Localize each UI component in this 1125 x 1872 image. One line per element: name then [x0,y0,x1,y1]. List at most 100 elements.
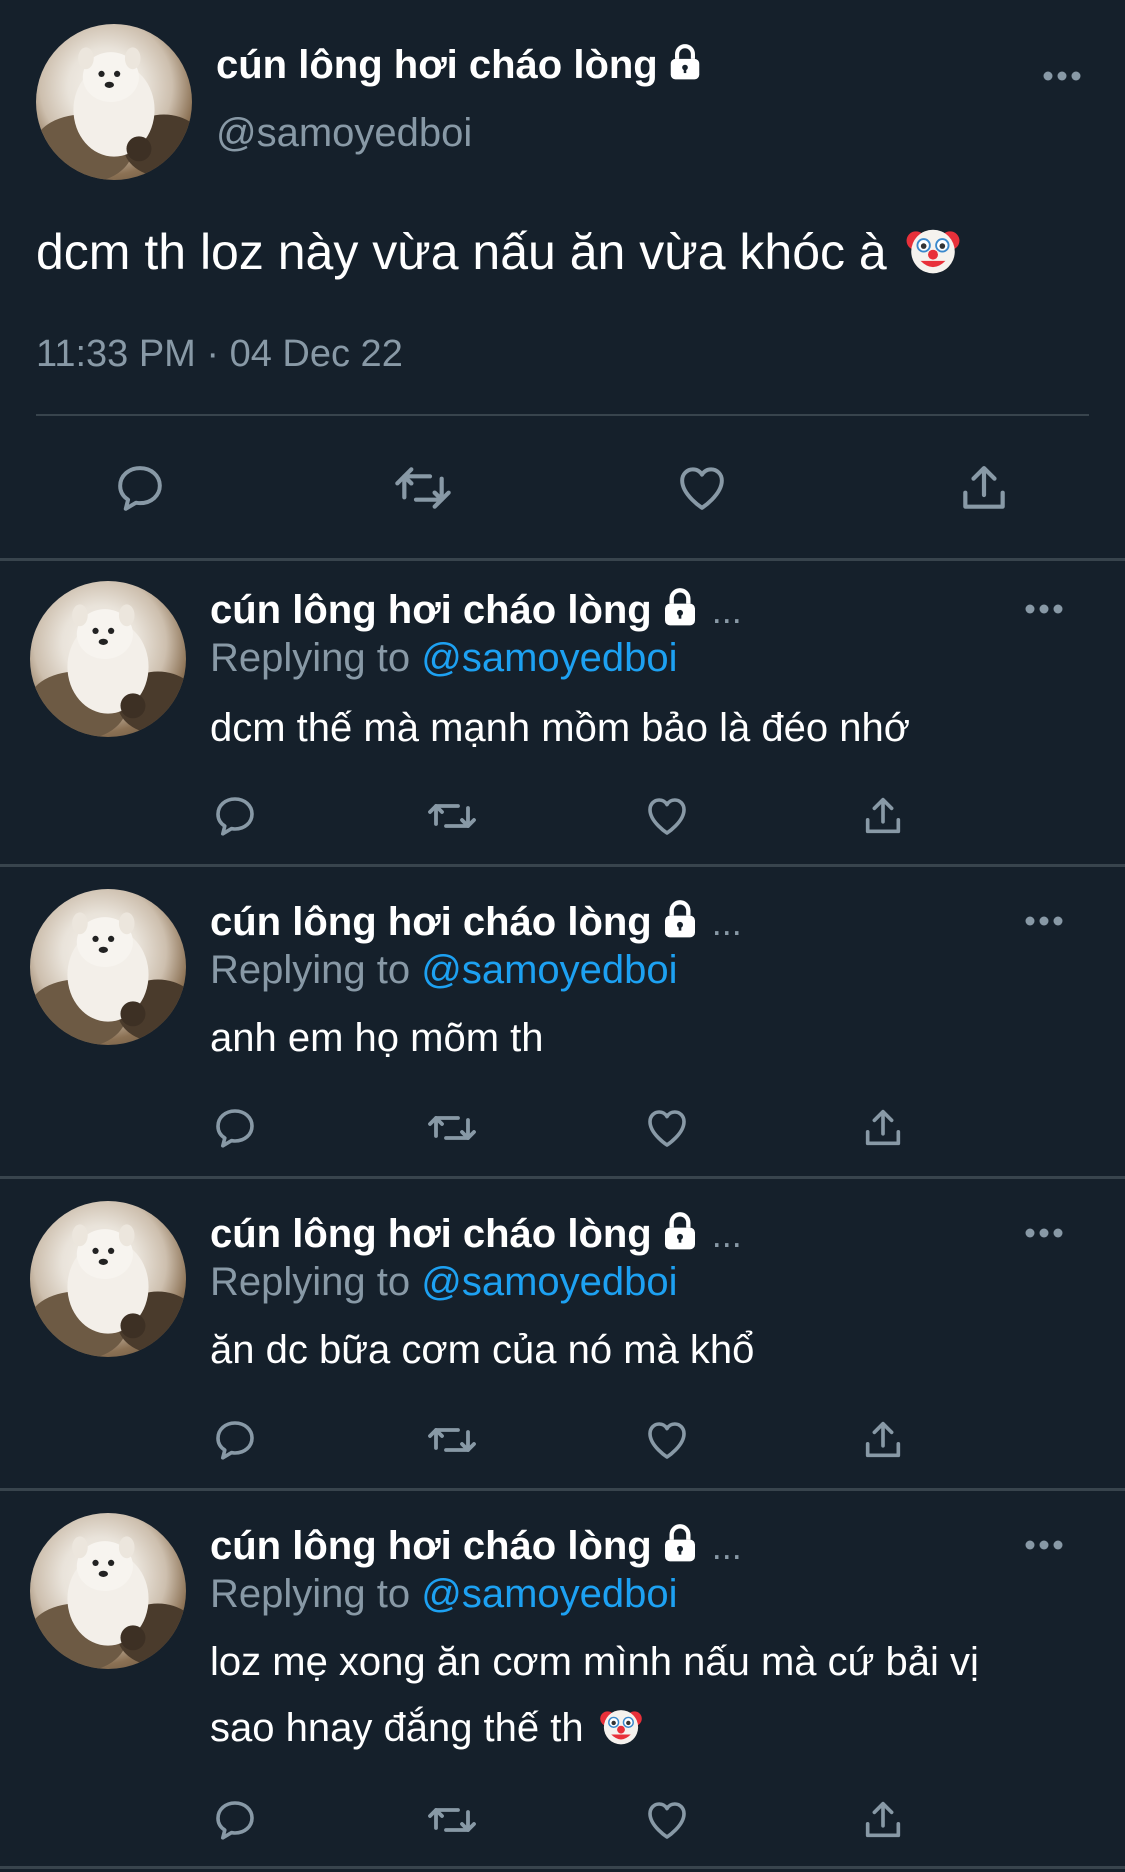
lock-icon [664,1524,695,1562]
reply-icon [216,1801,254,1840]
reply-tweet[interactable]: cún lông hơi cháo lòng ... Replying to @… [0,867,1125,1176]
tweet-separator [0,1866,1125,1869]
clown-face-emoji-icon [906,229,960,274]
replying-to-prefix: Replying to [210,948,411,992]
like-button[interactable] [642,1415,692,1465]
reply-text: anh em họ mõm th [210,1016,544,1060]
reply-button[interactable] [210,791,260,841]
replying-to: Replying to @samoyedboi [210,1257,678,1307]
display-name-text: cún lông hơi cháo lòng [210,588,652,632]
truncation-ellipsis: ... [711,590,742,631]
lock-icon [664,900,695,938]
retweet-button[interactable] [422,1415,482,1465]
display-name-text: cún lông hơi cháo lòng [216,43,658,87]
lock-icon [664,588,695,626]
replying-to: Replying to @samoyedboi [210,1569,678,1619]
reply-text: dcm thế mà mạnh mồm bảo là đéo nhớ [210,706,910,750]
display-name[interactable]: cún lông hơi cháo lòng ... [210,1209,742,1260]
retweet-button[interactable] [422,1795,482,1845]
reply-button[interactable] [210,1795,260,1845]
reply-tweet[interactable]: cún lông hơi cháo lòng ... Replying to @… [0,1179,1125,1488]
main-tweet: cún lông hơi cháo lòng @samoyedboi dcm t… [0,0,1125,560]
reply-icon [118,466,162,511]
avatar[interactable] [30,1513,186,1669]
avatar[interactable] [30,889,186,1045]
display-name[interactable]: cún lông hơi cháo lòng ... [210,897,742,948]
reply-text-line: loz mẹ xong ăn cơm mình nấu mà cứ bải vị [210,1640,979,1684]
samoyed-avatar-image [30,604,186,737]
tweet-thread: cún lông hơi cháo lòng @samoyedboi dcm t… [0,0,1125,1872]
display-name-text: cún lông hơi cháo lòng [210,900,652,944]
truncation-ellipsis: ... [711,1214,742,1255]
retweet-icon [428,1808,476,1832]
more-options-icon[interactable] [1024,1227,1064,1239]
replying-to: Replying to @samoyedboi [210,945,678,995]
truncation-ellipsis: ... [711,902,742,943]
reply-text-line: sao hnay đắng thế th [210,1695,1070,1761]
samoyed-avatar-image [36,47,192,180]
reply-icon [216,1421,254,1460]
retweet-icon [428,804,476,828]
share-button[interactable] [858,791,908,841]
share-icon [865,1421,901,1458]
divider [36,414,1089,416]
retweet-icon [395,467,451,509]
display-name-text: cún lông hơi cháo lòng [210,1212,652,1256]
mention-link[interactable]: @samoyedboi [421,636,677,680]
samoyed-avatar-image [30,1536,186,1669]
reply-button[interactable] [210,1415,260,1465]
avatar[interactable] [30,581,186,737]
lock-icon [664,1212,695,1250]
avatar[interactable] [30,1201,186,1357]
like-button[interactable] [670,458,734,518]
reply-icon [216,797,254,836]
truncation-ellipsis: ... [711,1526,742,1567]
heart-icon [648,1422,686,1459]
share-button[interactable] [858,1795,908,1845]
reply-tweet[interactable]: cún lông hơi cháo lòng ... Replying to @… [0,1491,1125,1872]
clown-face-emoji-icon [599,1710,642,1745]
more-options-icon[interactable] [1042,70,1082,82]
tweet-timestamp[interactable]: 11:33 PM · 04 Dec 22 [36,330,403,378]
reply-text: ăn dc bữa cơm của nó mà khổ [210,1328,755,1372]
avatar[interactable] [36,24,192,180]
display-name[interactable]: cún lông hơi cháo lòng ... [210,585,742,636]
retweet-button[interactable] [388,458,458,518]
like-button[interactable] [642,1103,692,1153]
display-name[interactable]: cún lông hơi cháo lòng [216,40,704,90]
more-options-icon[interactable] [1024,603,1064,615]
like-button[interactable] [642,791,692,841]
user-handle[interactable]: @samoyedboi [216,108,472,158]
replying-to-prefix: Replying to [210,1572,411,1616]
share-button[interactable] [858,1103,908,1153]
mention-link[interactable]: @samoyedboi [421,1260,677,1304]
lock-icon [670,44,699,80]
share-icon [865,797,901,834]
more-options-icon[interactable] [1024,1539,1064,1551]
replying-to-prefix: Replying to [210,1260,411,1304]
more-options-icon[interactable] [1024,915,1064,927]
reply-tweet[interactable]: cún lông hơi cháo lòng ... Replying to @… [0,561,1125,864]
mention-link[interactable]: @samoyedboi [421,1572,677,1616]
retweet-button[interactable] [422,791,482,841]
tweet-text-content: dcm th loz này vừa nấu ăn vừa khóc à [36,224,887,280]
reply-button[interactable] [210,1103,260,1153]
mention-link[interactable]: @samoyedboi [421,948,677,992]
tweet-text: dcm th loz này vừa nấu ăn vừa khóc à [36,220,961,284]
share-button[interactable] [858,1415,908,1465]
replying-to-prefix: Replying to [210,636,411,680]
replying-to: Replying to @samoyedboi [210,633,678,683]
reply-button[interactable] [108,458,172,518]
share-icon [865,1109,901,1146]
share-button[interactable] [952,458,1016,518]
retweet-button[interactable] [422,1103,482,1153]
reply-icon [216,1109,254,1148]
display-name-text: cún lông hơi cháo lòng [210,1524,652,1568]
reply-text-line-content: sao hnay đắng thế th [210,1706,584,1750]
like-button[interactable] [642,1795,692,1845]
reply-text: loz mẹ xong ăn cơm mình nấu mà cứ bải vị… [210,1629,1070,1761]
retweet-icon [428,1116,476,1140]
samoyed-avatar-image [30,912,186,1045]
retweet-icon [428,1428,476,1452]
display-name[interactable]: cún lông hơi cháo lòng ... [210,1521,742,1572]
